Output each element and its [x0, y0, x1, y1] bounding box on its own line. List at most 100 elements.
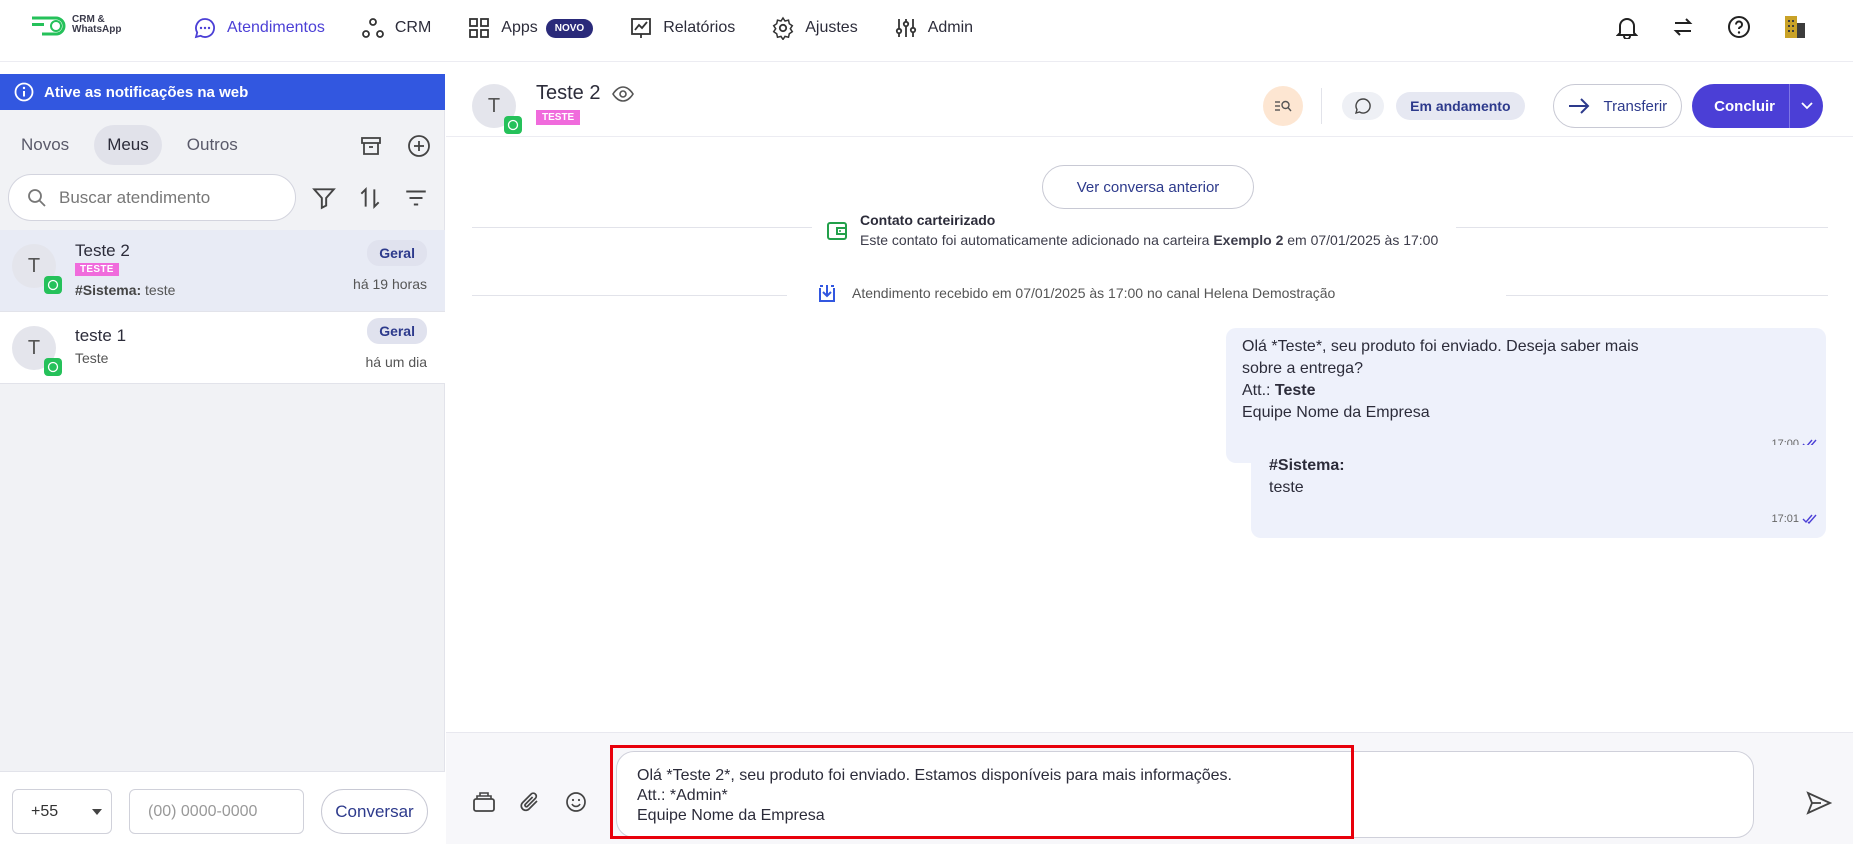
- message-bubble[interactable]: Olá *Teste*, seu produto foi enviado. De…: [1226, 328, 1826, 463]
- chevron-down-icon[interactable]: [1789, 84, 1823, 128]
- bell-icon[interactable]: [1614, 14, 1640, 40]
- system-event-text: Atendimento recebido em 07/01/2025 às 17…: [852, 285, 1336, 301]
- emoji-icon[interactable]: [564, 790, 588, 814]
- tab-outros[interactable]: Outros: [174, 125, 251, 165]
- search-input[interactable]: [59, 187, 279, 208]
- chat-header: T Teste 2 TESTE Em andamento Transferir …: [446, 74, 1853, 137]
- country-code-select[interactable]: +55: [12, 789, 112, 834]
- header-actions: Em andamento Transferir Concluir: [1263, 84, 1823, 128]
- search-icon: [28, 188, 46, 207]
- avatar: T: [12, 244, 62, 294]
- contact-tag: TESTE: [75, 263, 119, 276]
- nav-apps[interactable]: Apps NOVO: [467, 16, 594, 40]
- chat-panel: T Teste 2 TESTE Em andamento Transferir …: [446, 74, 1853, 844]
- chart-icon: [631, 18, 652, 38]
- system-event-received: Atendimento recebido em 07/01/2025 às 17…: [816, 282, 1335, 304]
- double-check-icon: [1802, 514, 1817, 524]
- tab-novos[interactable]: Novos: [8, 125, 82, 165]
- gear-icon: [772, 16, 794, 40]
- nav-label: Admin: [927, 19, 974, 36]
- nav-crm[interactable]: CRM: [361, 16, 431, 40]
- avatar[interactable]: T: [472, 84, 522, 134]
- whatsapp-icon: [44, 276, 62, 294]
- new-conversation-bar: +55 Conversar: [0, 771, 445, 844]
- message-text: Att.:: [1242, 382, 1275, 399]
- divider: [1456, 227, 1828, 228]
- start-conversation-button[interactable]: Conversar: [321, 789, 428, 834]
- conversation-preview: #Sistema: teste: [75, 282, 175, 298]
- new-badge: NOVO: [545, 18, 594, 38]
- previous-conversation-button[interactable]: Ver conversa anterior: [1042, 165, 1254, 209]
- nav-atendimentos[interactable]: Atendimentos: [193, 16, 325, 40]
- conversation-list: T Teste 2 TESTE #Sistema: teste Geral há…: [0, 230, 445, 384]
- notification-banner[interactable]: Ative as notificações na web: [0, 74, 445, 110]
- send-button[interactable]: [1804, 788, 1834, 818]
- message-composer: Olá *Teste 2*, seu produto foi enviado. …: [446, 732, 1853, 844]
- nav-admin[interactable]: Admin: [894, 16, 973, 40]
- system-event-text: Este contato foi automaticamente adicion…: [860, 232, 1438, 248]
- add-circle-icon[interactable]: [405, 132, 433, 160]
- system-text-part: Este contato foi automaticamente adicion…: [860, 232, 1214, 248]
- search-field[interactable]: [8, 174, 296, 221]
- conclude-button[interactable]: Concluir: [1692, 84, 1823, 128]
- message-line: Equipe Nome da Empresa: [1242, 404, 1430, 421]
- filter-funnel-icon[interactable]: [310, 184, 338, 212]
- search-messages-button[interactable]: [1263, 86, 1304, 126]
- help-icon[interactable]: [1726, 14, 1752, 40]
- search-tools: [310, 184, 430, 212]
- department-badge: Geral: [367, 240, 427, 266]
- app-logo[interactable]: CRM & WhatsApp: [30, 14, 121, 36]
- status-badge: Em andamento: [1396, 92, 1525, 120]
- message-line: teste: [1269, 479, 1304, 496]
- avatar: T: [12, 326, 62, 376]
- caret-down-icon: [92, 808, 103, 815]
- avatar-initial: T: [27, 336, 41, 359]
- inbox-download-icon: [819, 285, 835, 302]
- crm-nodes-icon: [361, 18, 384, 38]
- message-line: Olá *Teste*, seu produto foi enviado. De…: [1242, 338, 1639, 355]
- tab-actions: [357, 132, 433, 160]
- nav-relatorios[interactable]: Relatórios: [629, 16, 735, 40]
- message-input[interactable]: Olá *Teste 2*, seu produto foi enviado. …: [616, 751, 1754, 838]
- archive-icon[interactable]: [357, 132, 385, 160]
- tab-meus[interactable]: Meus: [94, 125, 162, 165]
- apps-grid-icon: [469, 18, 490, 38]
- paperclip-icon[interactable]: [518, 790, 542, 814]
- composer-line: Olá *Teste 2*, seu produto foi enviado. …: [637, 767, 1232, 784]
- top-actions: [1614, 14, 1808, 40]
- conversation-name: Teste 2: [75, 241, 130, 260]
- nav-ajustes[interactable]: Ajustes: [771, 16, 858, 40]
- preview-bold: #Sistema:: [75, 282, 142, 298]
- swap-icon[interactable]: [1670, 14, 1696, 40]
- system-event-wallet: Contato carteirizado Este contato foi au…: [826, 212, 1438, 248]
- divider: [1506, 295, 1828, 296]
- nav-label: Apps: [501, 19, 538, 36]
- logo-line-2: WhatsApp: [72, 24, 122, 35]
- composer-line: Equipe Nome da Empresa: [637, 807, 825, 824]
- company-icon[interactable]: [1782, 14, 1808, 40]
- whatsapp-icon: [44, 358, 62, 376]
- transfer-label: Transferir: [1603, 97, 1668, 115]
- top-navigation: CRM & WhatsApp Atendimentos CRM Apps NOV…: [0, 0, 1853, 62]
- message-line: Att.: Teste: [1242, 380, 1810, 402]
- contact-name[interactable]: Teste 2: [536, 82, 600, 105]
- wallet-icon: [827, 222, 847, 240]
- conversation-item[interactable]: T teste 1 Teste Geral há um dia: [0, 312, 445, 384]
- eye-icon[interactable]: [612, 85, 635, 102]
- conversation-item[interactable]: T Teste 2 TESTE #Sistema: teste Geral há…: [0, 230, 445, 312]
- nav-label: CRM: [394, 19, 432, 36]
- transfer-button[interactable]: Transferir: [1552, 84, 1683, 128]
- arrow-right-icon: [1568, 98, 1589, 114]
- system-event-title: Contato carteirizado: [860, 212, 996, 228]
- composer-tools: [472, 790, 588, 814]
- message-bubble[interactable]: #Sistema: teste 17:01: [1251, 445, 1826, 538]
- filter-lines-icon[interactable]: [402, 184, 430, 212]
- templates-icon[interactable]: [472, 790, 496, 814]
- country-code-value: +55: [31, 802, 59, 820]
- nav-label: Atendimentos: [227, 19, 325, 36]
- phone-input[interactable]: [129, 789, 304, 834]
- sort-arrows-icon[interactable]: [356, 184, 384, 212]
- conversation-preview: Teste: [75, 350, 109, 366]
- nav-label: Relatórios: [663, 19, 736, 36]
- logo-icon: [32, 16, 66, 36]
